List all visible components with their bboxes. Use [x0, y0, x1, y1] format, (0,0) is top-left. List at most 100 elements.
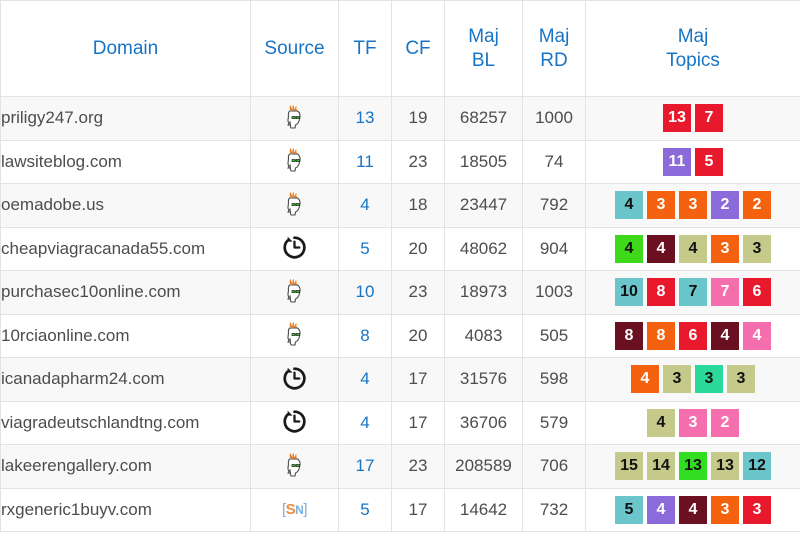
cell-domain[interactable]: icanadapharm24.com — [0, 357, 251, 402]
topic-badge[interactable]: 7 — [711, 278, 739, 307]
column-header-tf[interactable]: TF — [338, 0, 392, 97]
cell-maj-topics: 43322 — [585, 183, 800, 228]
sn-icon[interactable]: [S N] — [280, 495, 310, 525]
table-row[interactable]: priligy247.org 13 19 68257 1000 13 7 — [0, 96, 800, 141]
column-header-maj-rd[interactable]: Maj RD — [522, 0, 586, 97]
topic-badge[interactable]: 14 — [647, 452, 675, 481]
majestic-flaming-head-icon[interactable] — [280, 450, 310, 480]
topic-badge-list: 43322 — [586, 191, 800, 220]
topic-badge[interactable]: 3 — [743, 495, 771, 524]
column-header-source[interactable]: Source — [250, 0, 339, 97]
cell-maj-rd: 505 — [522, 313, 586, 358]
table-row[interactable]: icanadapharm24.com 4 17 31576 598 4 3 3 3 — [0, 357, 800, 402]
majestic-flaming-head-icon[interactable] — [280, 276, 310, 306]
topic-badge[interactable]: 12 — [743, 452, 771, 481]
cell-tf: 4 — [338, 357, 392, 402]
topic-badge[interactable]: 8 — [647, 321, 675, 350]
topic-badge[interactable]: 13 — [663, 104, 691, 133]
topic-badge[interactable]: 4 — [679, 495, 707, 524]
majestic-flaming-head-icon[interactable] — [280, 145, 310, 175]
cell-cf: 23 — [391, 139, 445, 184]
cell-cf: 19 — [391, 96, 445, 141]
cell-maj-rd: 732 — [522, 487, 586, 532]
cell-maj-bl: 23447 — [444, 183, 523, 228]
topic-badge[interactable]: 4 — [615, 191, 643, 220]
table-row[interactable]: lakeerengallery.com 17 23 208589 706 15 14 13 13… — [0, 444, 800, 489]
topic-badge[interactable]: 8 — [647, 278, 675, 307]
cell-maj-bl: 14642 — [444, 487, 523, 532]
column-header-maj-topics[interactable]: Maj Topics — [585, 0, 800, 97]
topic-badge[interactable]: 3 — [695, 365, 723, 394]
topic-badge[interactable]: 3 — [743, 234, 771, 263]
table-row[interactable]: purchasec10online.com 10 23 18973 1003 10 8 7 7 6 — [0, 270, 800, 315]
cell-domain[interactable]: viagradeutschlandtng.com — [0, 400, 251, 445]
clock-icon[interactable] — [280, 363, 310, 393]
cell-tf: 17 — [338, 444, 392, 489]
topic-badge[interactable]: 3 — [711, 495, 739, 524]
topic-badge[interactable]: 13 — [679, 452, 707, 481]
topic-badge[interactable]: 2 — [711, 408, 739, 437]
cell-domain[interactable]: oemadobe.us — [0, 183, 251, 228]
cell-maj-bl: 68257 — [444, 96, 523, 141]
topic-badge[interactable]: 13 — [711, 452, 739, 481]
cell-domain[interactable]: lawsiteblog.com — [0, 139, 251, 184]
majestic-flaming-head-icon[interactable] — [280, 319, 310, 349]
topic-badge[interactable]: 4 — [647, 495, 675, 524]
cell-maj-topics: 88644 — [585, 313, 800, 358]
cell-domain[interactable]: purchasec10online.com — [0, 270, 251, 315]
table-row[interactable]: viagradeutschlandtng.com 4 17 36706 579 4 3 2 — [0, 400, 800, 445]
topic-badge[interactable]: 6 — [743, 278, 771, 307]
cell-source — [250, 357, 339, 402]
topic-badge[interactable]: 10 — [615, 278, 643, 307]
topic-badge[interactable]: 15 — [615, 452, 643, 481]
table-row[interactable]: oemadobe.us 4 18 23447 792 4 3 3 2 2 — [0, 183, 800, 228]
topic-badge[interactable]: 4 — [615, 234, 643, 263]
topic-badge[interactable]: 5 — [615, 495, 643, 524]
column-header-maj-topics-bottom: Topics — [666, 49, 720, 71]
cell-source — [250, 313, 339, 358]
table-row[interactable]: lawsiteblog.com 11 23 18505 74 11 5 — [0, 139, 800, 184]
cell-domain[interactable]: rxgeneric1buyv.com — [0, 487, 251, 532]
clock-icon[interactable] — [280, 233, 310, 263]
topic-badge[interactable]: 8 — [615, 321, 643, 350]
topic-badge[interactable]: 4 — [631, 365, 659, 394]
column-header-domain[interactable]: Domain — [0, 0, 251, 97]
column-header-maj-rd-bottom: RD — [540, 49, 568, 71]
cell-domain[interactable]: 10rciaonline.com — [0, 313, 251, 358]
topic-badge[interactable]: 4 — [743, 321, 771, 350]
cell-domain[interactable]: lakeerengallery.com — [0, 444, 251, 489]
topic-badge[interactable]: 4 — [711, 321, 739, 350]
topic-badge-list: 10 8 7 7 6 — [586, 278, 800, 307]
majestic-flaming-head-icon[interactable] — [280, 102, 310, 132]
topic-badge[interactable]: 3 — [711, 234, 739, 263]
cell-tf: 4 — [338, 400, 392, 445]
topic-badge[interactable]: 2 — [711, 191, 739, 220]
clock-icon[interactable] — [280, 407, 310, 437]
cell-domain[interactable]: cheapviagracanada55.com — [0, 226, 251, 271]
topic-badge[interactable]: 3 — [679, 191, 707, 220]
topic-badge[interactable]: 3 — [647, 191, 675, 220]
header-row: Domain Source TF CF Maj BL Maj RD Maj To… — [0, 0, 800, 97]
topic-badge[interactable]: 3 — [727, 365, 755, 394]
majestic-flaming-head-icon[interactable] — [280, 189, 310, 219]
cell-domain[interactable]: priligy247.org — [0, 96, 251, 141]
topic-badge[interactable]: 6 — [679, 321, 707, 350]
topic-badge[interactable]: 5 — [695, 147, 723, 176]
table-row[interactable]: 10rciaonline.com 8 20 4083 505 8 8 6 4 4 — [0, 313, 800, 358]
topic-badge[interactable]: 3 — [679, 408, 707, 437]
column-header-cf[interactable]: CF — [391, 0, 445, 97]
topic-badge[interactable]: 4 — [647, 408, 675, 437]
cell-maj-bl: 18505 — [444, 139, 523, 184]
topic-badge[interactable]: 4 — [679, 234, 707, 263]
cell-maj-topics: 15 14 13 13 12 — [585, 444, 800, 489]
table-row[interactable]: rxgeneric1buyv.com[S N] 5 17 14642 732 5 4 4 3 3 — [0, 487, 800, 532]
topic-badge[interactable]: 2 — [743, 191, 771, 220]
column-header-tf-label: TF — [353, 37, 377, 59]
topic-badge[interactable]: 11 — [663, 147, 691, 176]
topic-badge[interactable]: 7 — [679, 278, 707, 307]
topic-badge[interactable]: 7 — [695, 104, 723, 133]
table-row[interactable]: cheapviagracanada55.com 5 20 48062 904 4 4 4 3 3 — [0, 226, 800, 271]
topic-badge[interactable]: 4 — [647, 234, 675, 263]
topic-badge[interactable]: 3 — [663, 365, 691, 394]
column-header-maj-bl[interactable]: Maj BL — [444, 0, 523, 97]
